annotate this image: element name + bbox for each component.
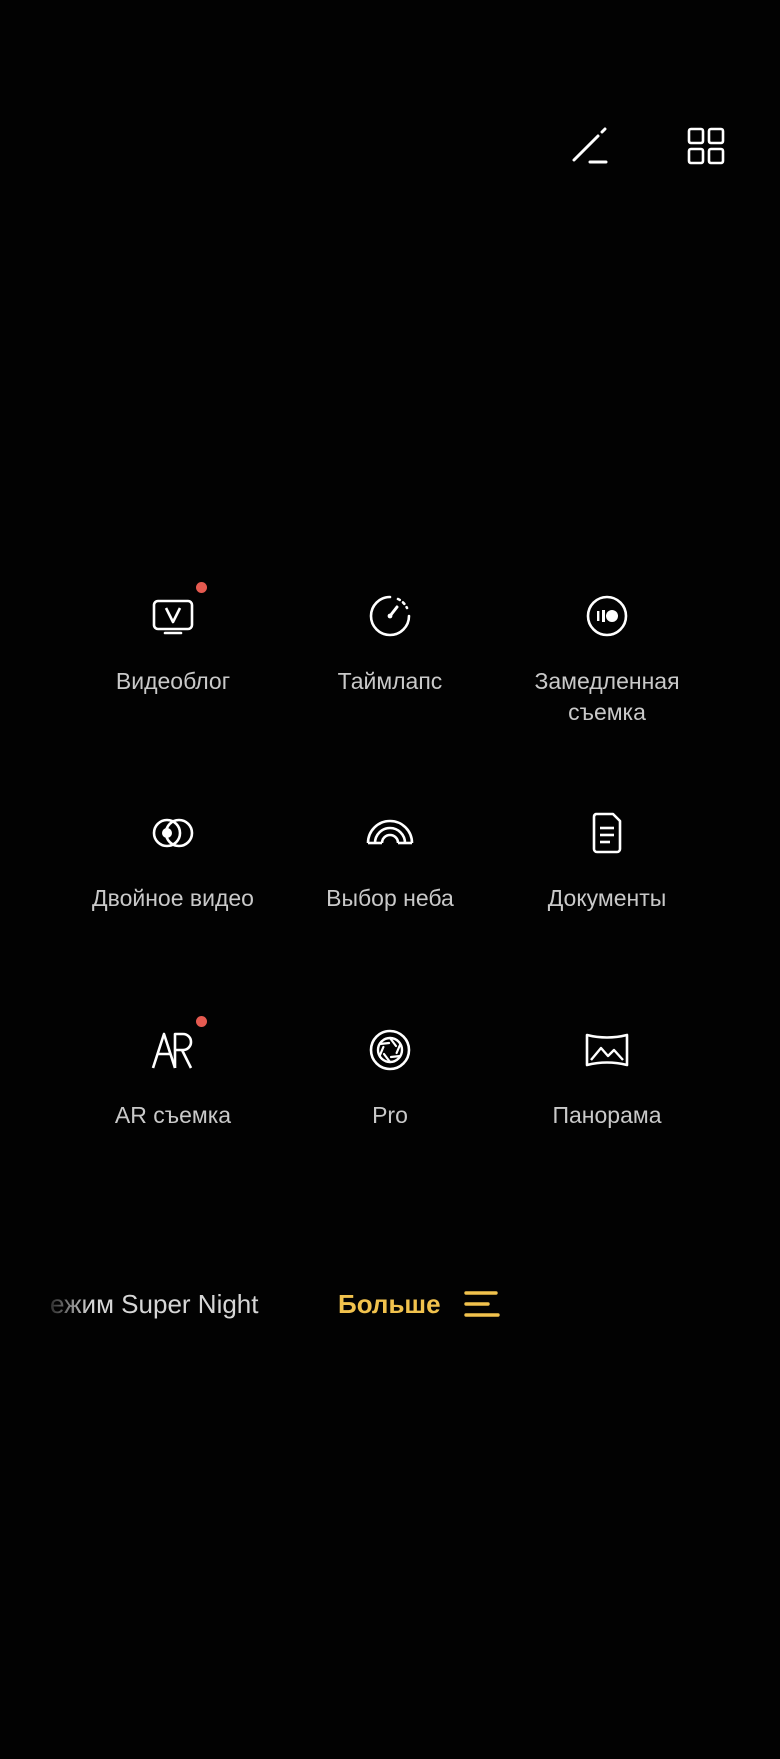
mode-label: Двойное видео bbox=[92, 885, 254, 911]
mode-label: Панорама bbox=[552, 1102, 662, 1128]
mode-label: Видеоблог bbox=[115, 668, 231, 694]
mode-timelapse[interactable]: Таймлапс bbox=[282, 586, 498, 697]
mode-dual-video[interactable]: Двойное видео bbox=[65, 803, 281, 914]
grid-icon bbox=[687, 127, 725, 165]
edit-button[interactable] bbox=[562, 118, 618, 174]
ar-icon bbox=[143, 1016, 207, 1080]
new-badge bbox=[196, 582, 207, 593]
mode-bar: ежим Super Night Больше bbox=[0, 1283, 780, 1327]
timelapse-icon bbox=[360, 586, 420, 646]
document-icon bbox=[577, 803, 637, 863]
grid-view-button[interactable] bbox=[678, 118, 734, 174]
mode-slow-motion[interactable]: Замедленная съемка bbox=[499, 586, 715, 728]
fade-overlay bbox=[40, 1283, 90, 1327]
mode-label: Замедленная съемка bbox=[534, 668, 680, 725]
mode-sky[interactable]: Выбор неба bbox=[282, 803, 498, 914]
aperture-icon bbox=[360, 1020, 420, 1080]
mode-panorama[interactable]: Панорама bbox=[499, 1020, 715, 1131]
new-badge bbox=[196, 1016, 207, 1027]
panorama-icon bbox=[577, 1020, 637, 1080]
mode-label: AR съемка bbox=[114, 1102, 232, 1128]
mode-ar[interactable]: AR съемка bbox=[65, 1016, 281, 1131]
more-button[interactable]: Больше bbox=[338, 1289, 441, 1320]
dual-video-icon bbox=[143, 803, 203, 863]
menu-lines-icon[interactable] bbox=[462, 1287, 502, 1321]
mode-vlog[interactable]: Видеоблог bbox=[65, 582, 281, 697]
slow-motion-icon bbox=[577, 586, 637, 646]
mode-documents[interactable]: Документы bbox=[499, 803, 715, 914]
edit-icon bbox=[572, 127, 608, 164]
mode-label: Таймлапс bbox=[337, 668, 443, 694]
mode-label: Документы bbox=[547, 885, 667, 911]
mode-label: Выбор неба bbox=[326, 885, 454, 911]
sky-icon bbox=[360, 803, 420, 863]
vlog-icon bbox=[143, 582, 207, 646]
mode-pro[interactable]: Pro bbox=[282, 1020, 498, 1131]
mode-label: Pro bbox=[372, 1102, 408, 1128]
